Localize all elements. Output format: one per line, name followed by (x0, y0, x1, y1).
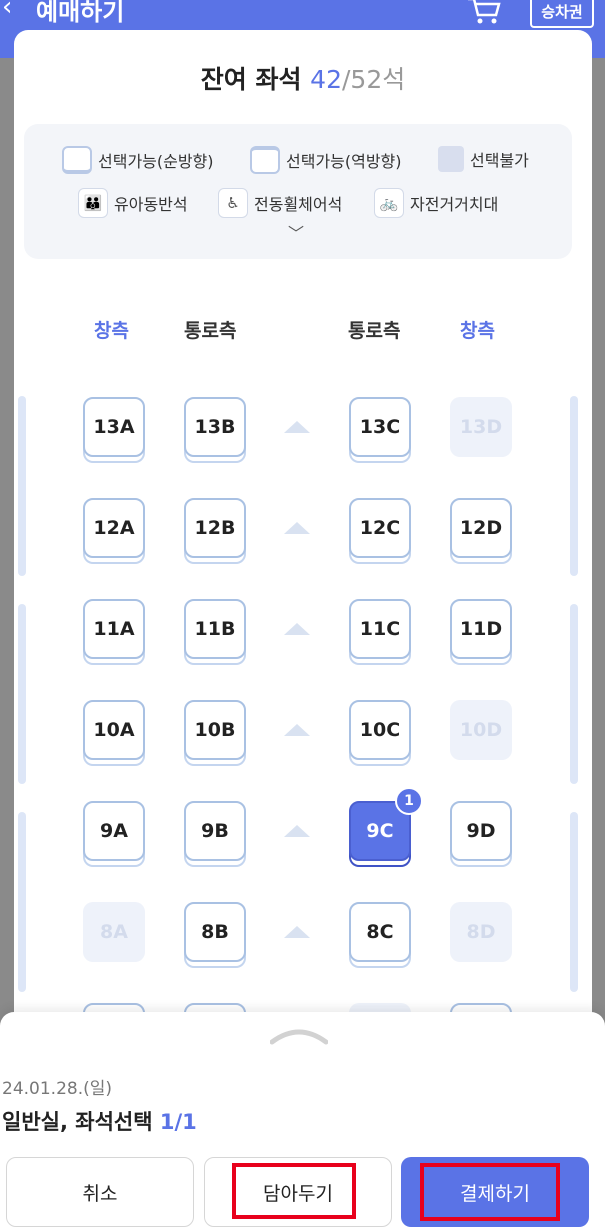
seat-8a: 8A (83, 902, 145, 962)
unavailable-seat-icon (438, 146, 464, 172)
selection-count: 1/1 (159, 1110, 197, 1134)
window-rail (18, 396, 26, 576)
seat-12a[interactable]: 12A (83, 498, 145, 558)
remaining-seats: 잔여 좌석 42/52석 (14, 60, 592, 96)
seat-10b[interactable]: 10B (184, 700, 246, 760)
window-rail (18, 604, 26, 784)
selection-badge: 1 (395, 787, 423, 815)
seat-13b[interactable]: 13B (184, 397, 246, 457)
legend-forward-label: 선택가능(순방향) (98, 152, 214, 171)
remaining-label: 잔여 좌석 (200, 65, 311, 94)
pay-button[interactable]: 결제하기 (401, 1157, 589, 1227)
total-count: /52석 (341, 65, 406, 94)
legend-reverse: 선택가능(역방향) (250, 146, 402, 174)
save-to-cart-button[interactable]: 담아두기 (204, 1157, 392, 1227)
available-count: 42 (310, 65, 342, 94)
cart-icon[interactable] (466, 0, 502, 26)
aisle-arrow-icon (284, 623, 310, 635)
family-icon: 👪 (78, 188, 108, 218)
seat-10a[interactable]: 10A (83, 700, 145, 760)
window-rail (570, 812, 578, 992)
chevron-down-icon[interactable]: ﹀ (288, 220, 304, 244)
seat-9a[interactable]: 9A (83, 801, 145, 861)
seat-11d[interactable]: 11D (450, 599, 512, 659)
legend-reverse-label: 선택가능(역방향) (286, 152, 402, 171)
legend-unavailable-label: 선택불가 (470, 151, 529, 170)
seat-legend: 선택가능(순방향) 선택가능(역방향) 선택불가 👪 유아동반석 ♿ 전동휠체어… (24, 124, 572, 259)
seat-selection-sheet: 잔여 좌석 42/52석 선택가능(순방향) 선택가능(역방향) 선택불가 👪 … (14, 30, 592, 1030)
seat-13d: 13D (450, 397, 512, 457)
seat-8b[interactable]: 8B (184, 902, 246, 962)
seat-13a[interactable]: 13A (83, 397, 145, 457)
seat-11a[interactable]: 11A (83, 599, 145, 659)
window-rail (570, 604, 578, 784)
seat-12c[interactable]: 12C (349, 498, 411, 558)
column-right-aisle: 통로측 (348, 320, 401, 342)
aisle-arrow-icon (284, 724, 310, 736)
bottom-sheet: 24.01.28.(일) 일반실, 좌석선택 1/1 취소 담아두기 결제하기 (0, 1012, 605, 1232)
seat-12b[interactable]: 12B (184, 498, 246, 558)
seat-10c[interactable]: 10C (349, 700, 411, 760)
aisle-arrow-icon (284, 522, 310, 534)
back-arrow-icon[interactable]: ‹ (2, 0, 12, 20)
seat-8d: 8D (450, 902, 512, 962)
seat-8c[interactable]: 8C (349, 902, 411, 962)
seat-12d[interactable]: 12D (450, 498, 512, 558)
legend-wheelchair: ♿ 전동휠체어석 (218, 188, 342, 218)
legend-unavailable: 선택불가 (438, 146, 529, 172)
ticket-button[interactable]: 승차권 (530, 0, 594, 28)
legend-bicycle: 🚲 자전거거치대 (374, 188, 498, 218)
seat-11b[interactable]: 11B (184, 599, 246, 659)
seat-11c[interactable]: 11C (349, 599, 411, 659)
window-rail (570, 396, 578, 576)
aisle-arrow-icon (284, 926, 310, 938)
seat-10d: 10D (450, 700, 512, 760)
seat-9b[interactable]: 9B (184, 801, 246, 861)
chevron-up-icon[interactable] (270, 1024, 328, 1046)
reverse-seat-icon (250, 146, 280, 174)
legend-bicycle-label: 자전거거치대 (410, 195, 499, 214)
class-selection: 일반실, 좌석선택 1/1 (2, 1106, 197, 1136)
page-title: 예매하기 (36, 0, 125, 26)
class-label: 일반실, 좌석선택 (2, 1110, 160, 1134)
window-rail (18, 812, 26, 992)
travel-date: 24.01.28.(일) (2, 1079, 113, 1099)
bicycle-icon: 🚲 (374, 188, 404, 218)
legend-family: 👪 유아동반석 (78, 188, 188, 218)
seat-9d[interactable]: 9D (450, 801, 512, 861)
column-left-window: 창측 (94, 320, 129, 342)
wheelchair-icon: ♿ (218, 188, 248, 218)
cancel-button[interactable]: 취소 (6, 1157, 194, 1227)
column-left-aisle: 통로측 (184, 320, 237, 342)
legend-wheelchair-label: 전동휠체어석 (254, 195, 343, 214)
seat-13c[interactable]: 13C (349, 397, 411, 457)
column-right-window: 창측 (460, 320, 495, 342)
legend-family-label: 유아동반석 (114, 195, 188, 214)
legend-forward: 선택가능(순방향) (62, 146, 214, 174)
aisle-arrow-icon (284, 421, 310, 433)
forward-seat-icon (62, 146, 92, 174)
aisle-arrow-icon (284, 825, 310, 837)
